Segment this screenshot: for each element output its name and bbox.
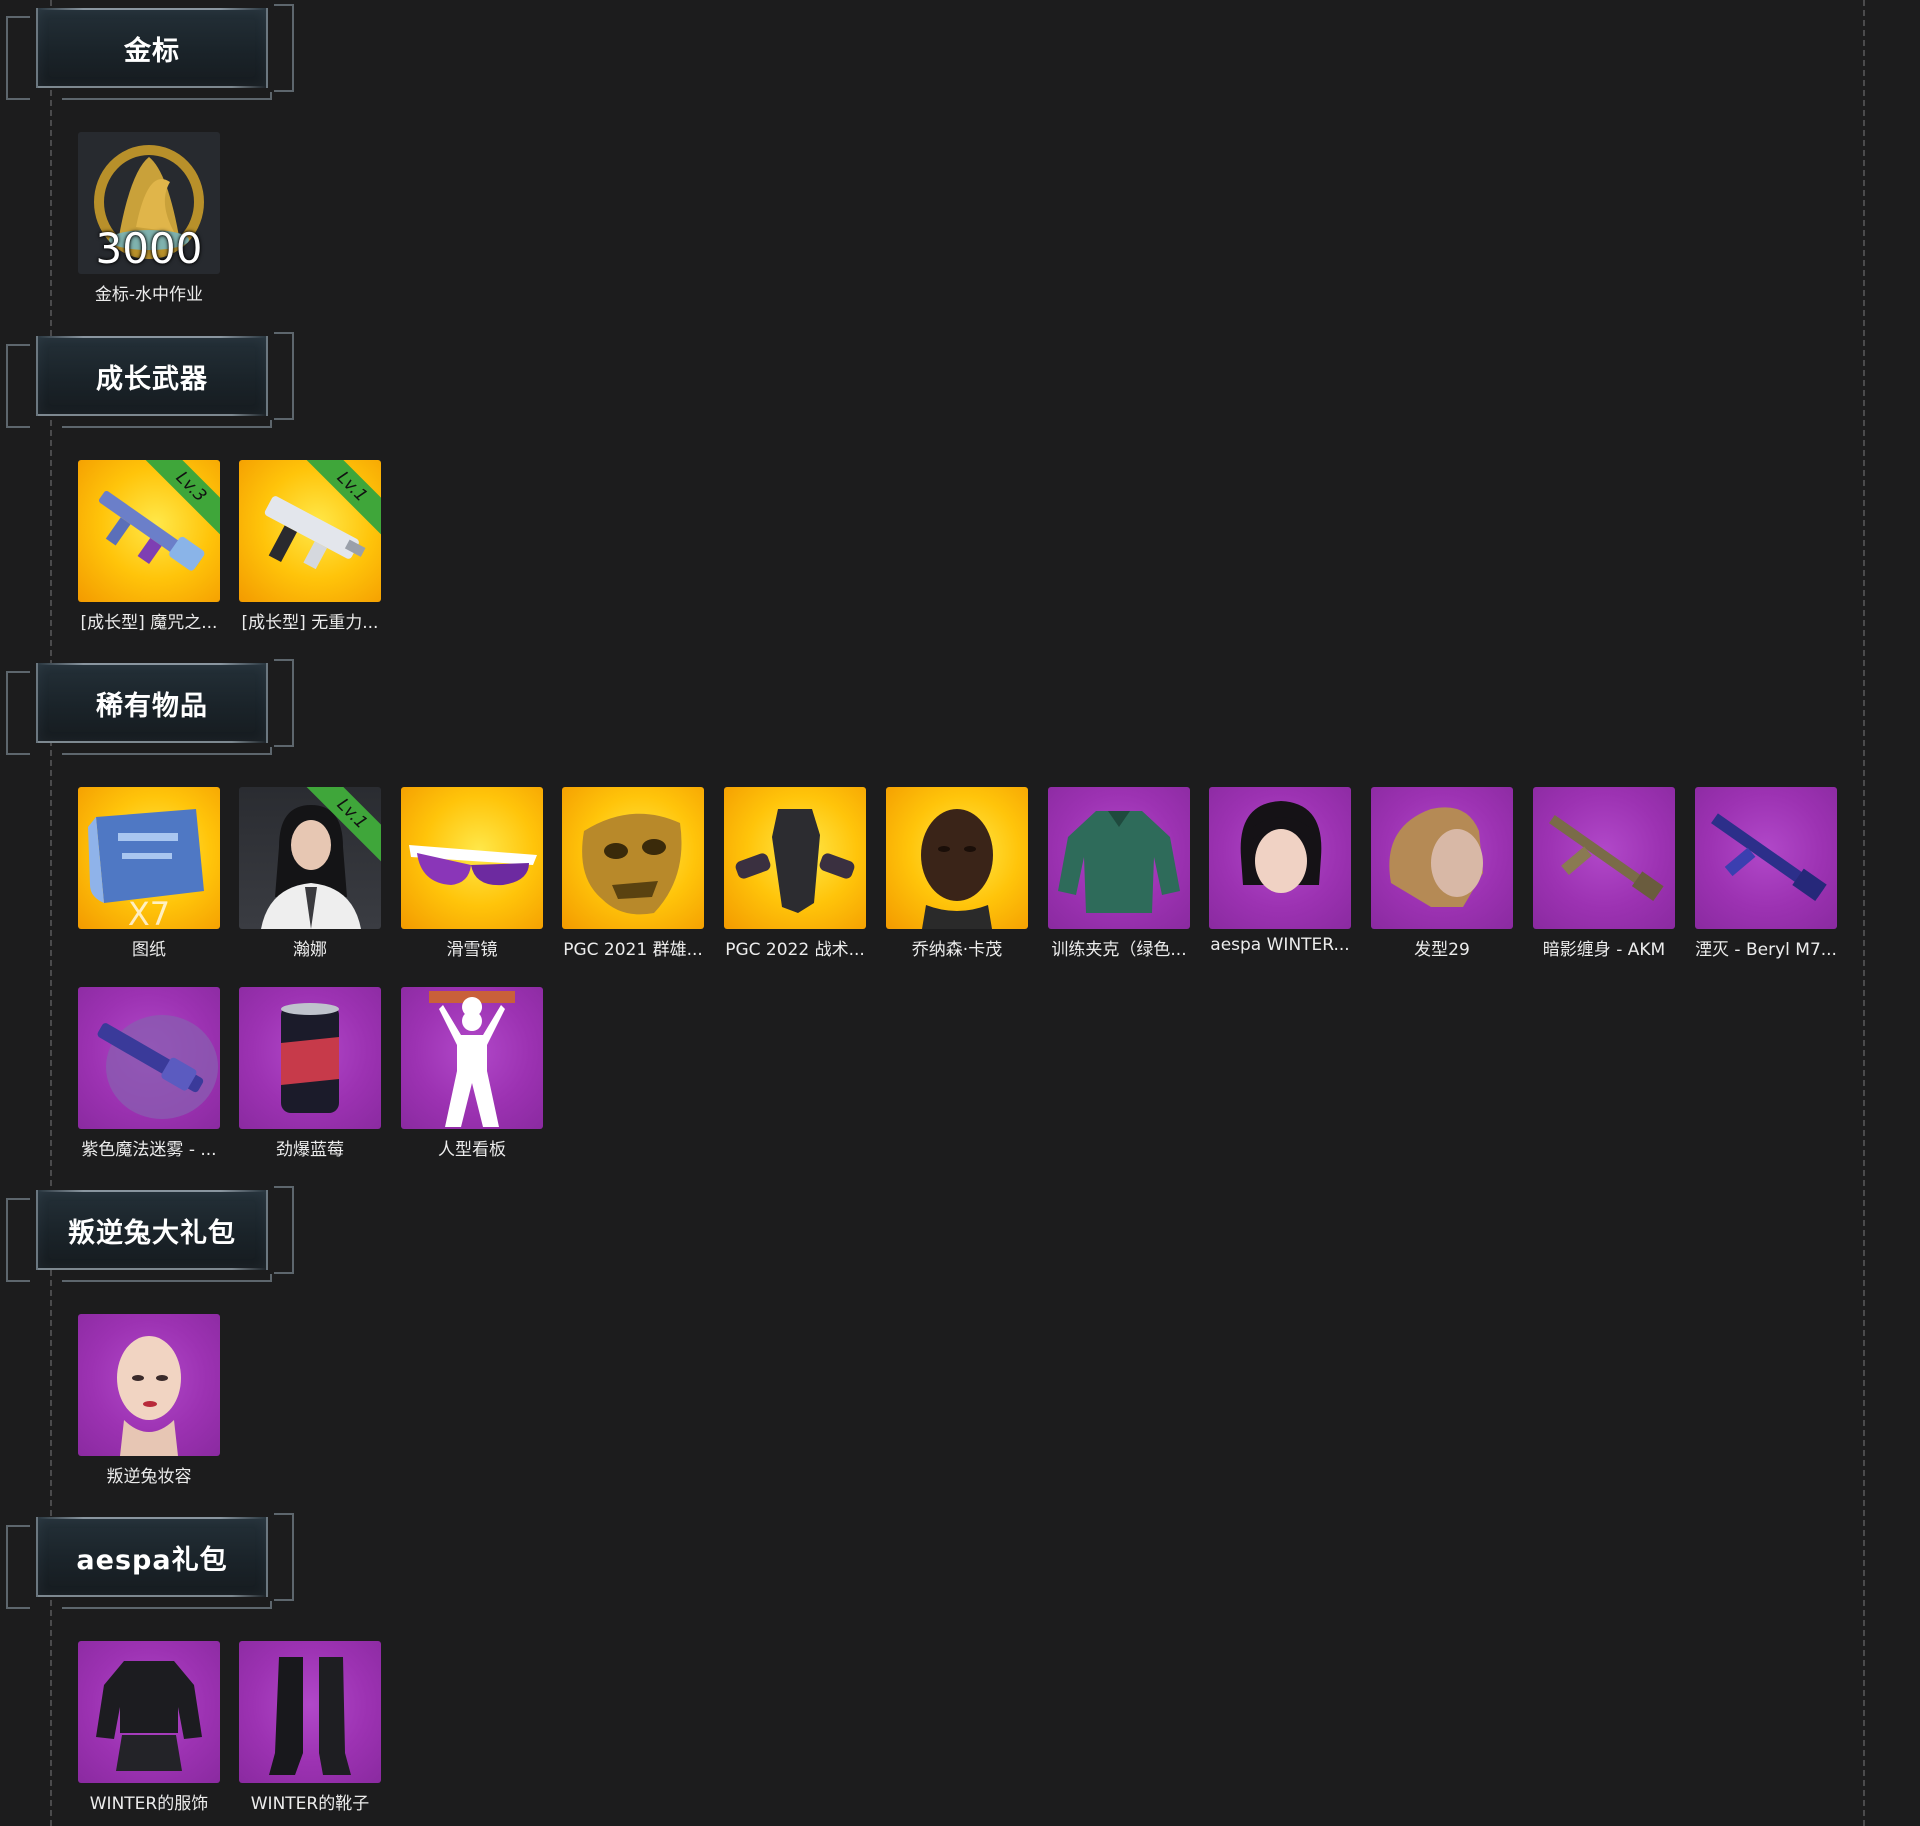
hairstyle-icon xyxy=(1389,807,1483,907)
item-tile: X7 xyxy=(78,787,220,929)
item-tile: Lv.1 xyxy=(239,787,381,929)
item-tile xyxy=(562,787,704,929)
item-label: 发型29 xyxy=(1414,940,1470,960)
item-label: aespa WINTER... xyxy=(1210,935,1350,955)
item-tile: Lv.1 xyxy=(239,460,381,602)
item-label: 训练夹克（绿色... xyxy=(1051,940,1187,960)
item-label: 滑雪镜 xyxy=(446,940,498,960)
item-label: 人型看板 xyxy=(438,1140,506,1160)
item-card[interactable]: 3000 金标-水中作业 xyxy=(78,132,220,305)
item-card[interactable]: WINTER的靴子 xyxy=(239,1641,381,1814)
item-label: 紫色魔法迷雾 - ... xyxy=(81,1140,217,1160)
item-label: 湮灭 - Beryl M7... xyxy=(1695,940,1837,960)
leather-outfit-icon xyxy=(96,1661,202,1771)
item-tile xyxy=(401,987,543,1129)
item-label: 劲爆蓝莓 xyxy=(276,1140,344,1160)
item-card[interactable]: 湮灭 - Beryl M7... xyxy=(1695,787,1837,960)
item-label: 暗影缠身 - AKM xyxy=(1542,940,1666,960)
item-card[interactable]: 发型29 xyxy=(1371,787,1513,960)
item-card[interactable]: aespa WINTER... xyxy=(1209,787,1351,955)
item-label: [成长型] 魔咒之... xyxy=(80,613,218,633)
section-header: 叛逆兔大礼包 xyxy=(6,1182,296,1282)
ski-goggles-icon xyxy=(409,845,537,886)
item-card[interactable]: Lv.1 瀚娜 xyxy=(239,787,381,960)
item-tile xyxy=(724,787,866,929)
beryl-rifle-icon xyxy=(1711,813,1827,902)
gold-mask-icon xyxy=(582,813,682,915)
section-header: 稀有物品 xyxy=(6,655,296,755)
item-label: 金标-水中作业 xyxy=(94,285,204,305)
item-tile xyxy=(239,987,381,1129)
section-title: 叛逆兔大礼包 xyxy=(68,1217,236,1249)
badge-number: 3000 xyxy=(95,224,203,273)
item-card[interactable]: 乔纳森·卡茂 xyxy=(886,787,1028,960)
jacket-icon xyxy=(1058,811,1180,913)
item-label: 图纸 xyxy=(132,940,166,960)
item-tile xyxy=(239,1641,381,1783)
item-tile: Lv.3 xyxy=(78,460,220,602)
section-title: 成长武器 xyxy=(96,363,208,395)
boots-icon xyxy=(269,1657,351,1775)
item-tile xyxy=(78,987,220,1129)
item-label: 瀚娜 xyxy=(293,940,327,960)
item-label: WINTER的靴子 xyxy=(250,1794,370,1814)
item-card[interactable]: PGC 2021 群雄... xyxy=(562,787,704,960)
section-header: 成长武器 xyxy=(6,328,296,428)
item-card[interactable]: WINTER的服饰 xyxy=(78,1641,220,1814)
human-signboard-icon xyxy=(429,991,515,1127)
shotgun-smoke-icon xyxy=(97,1015,218,1119)
item-tile xyxy=(1209,787,1351,929)
item-card[interactable]: 训练夹克（绿色... xyxy=(1048,787,1190,960)
section-header: 金标 xyxy=(6,0,296,100)
item-tile xyxy=(1371,787,1513,929)
item-tile xyxy=(78,1641,220,1783)
item-card[interactable]: Lv.3 [成长型] 魔咒之... xyxy=(78,460,220,633)
tactical-vest-icon xyxy=(735,809,855,913)
section-header: aespa礼包 xyxy=(6,1509,296,1609)
quantity-label: X7 xyxy=(127,895,171,929)
item-card[interactable]: Lv.1 [成长型] 无重力... xyxy=(239,460,381,633)
item-label: 叛逆兔妆容 xyxy=(106,1467,192,1487)
item-label: PGC 2021 群雄... xyxy=(563,940,703,960)
item-card[interactable]: 叛逆兔妆容 xyxy=(78,1314,220,1487)
item-tile xyxy=(1695,787,1837,929)
item-card[interactable]: 劲爆蓝莓 xyxy=(239,987,381,1160)
item-label: PGC 2022 战术... xyxy=(725,940,865,960)
item-tile xyxy=(1533,787,1675,929)
item-card[interactable]: 暗影缠身 - AKM xyxy=(1533,787,1675,960)
item-card[interactable]: X7 图纸 xyxy=(78,787,220,960)
makeup-face-icon xyxy=(117,1336,181,1456)
male-face-icon xyxy=(921,809,993,929)
item-card[interactable]: 人型看板 xyxy=(401,987,543,1160)
section-title: 金标 xyxy=(124,35,180,67)
soda-can-icon xyxy=(281,1003,339,1113)
akm-rifle-icon xyxy=(1549,814,1664,902)
right-dashed-rail xyxy=(1863,0,1865,1826)
item-label: WINTER的服饰 xyxy=(89,1794,209,1814)
section-title: 稀有物品 xyxy=(96,690,208,722)
item-card[interactable]: PGC 2022 战术... xyxy=(724,787,866,960)
section-title: aespa礼包 xyxy=(76,1544,228,1576)
item-tile xyxy=(886,787,1028,929)
item-tile xyxy=(78,1314,220,1456)
item-label: 乔纳森·卡茂 xyxy=(911,940,1003,960)
item-tile xyxy=(401,787,543,929)
item-label: [成长型] 无重力... xyxy=(241,613,379,633)
female-face-icon xyxy=(1240,801,1322,893)
item-card[interactable]: 滑雪镜 xyxy=(401,787,543,960)
item-tile: 3000 xyxy=(78,132,220,274)
item-tile xyxy=(1048,787,1190,929)
item-card[interactable]: 紫色魔法迷雾 - ... xyxy=(78,987,220,1160)
